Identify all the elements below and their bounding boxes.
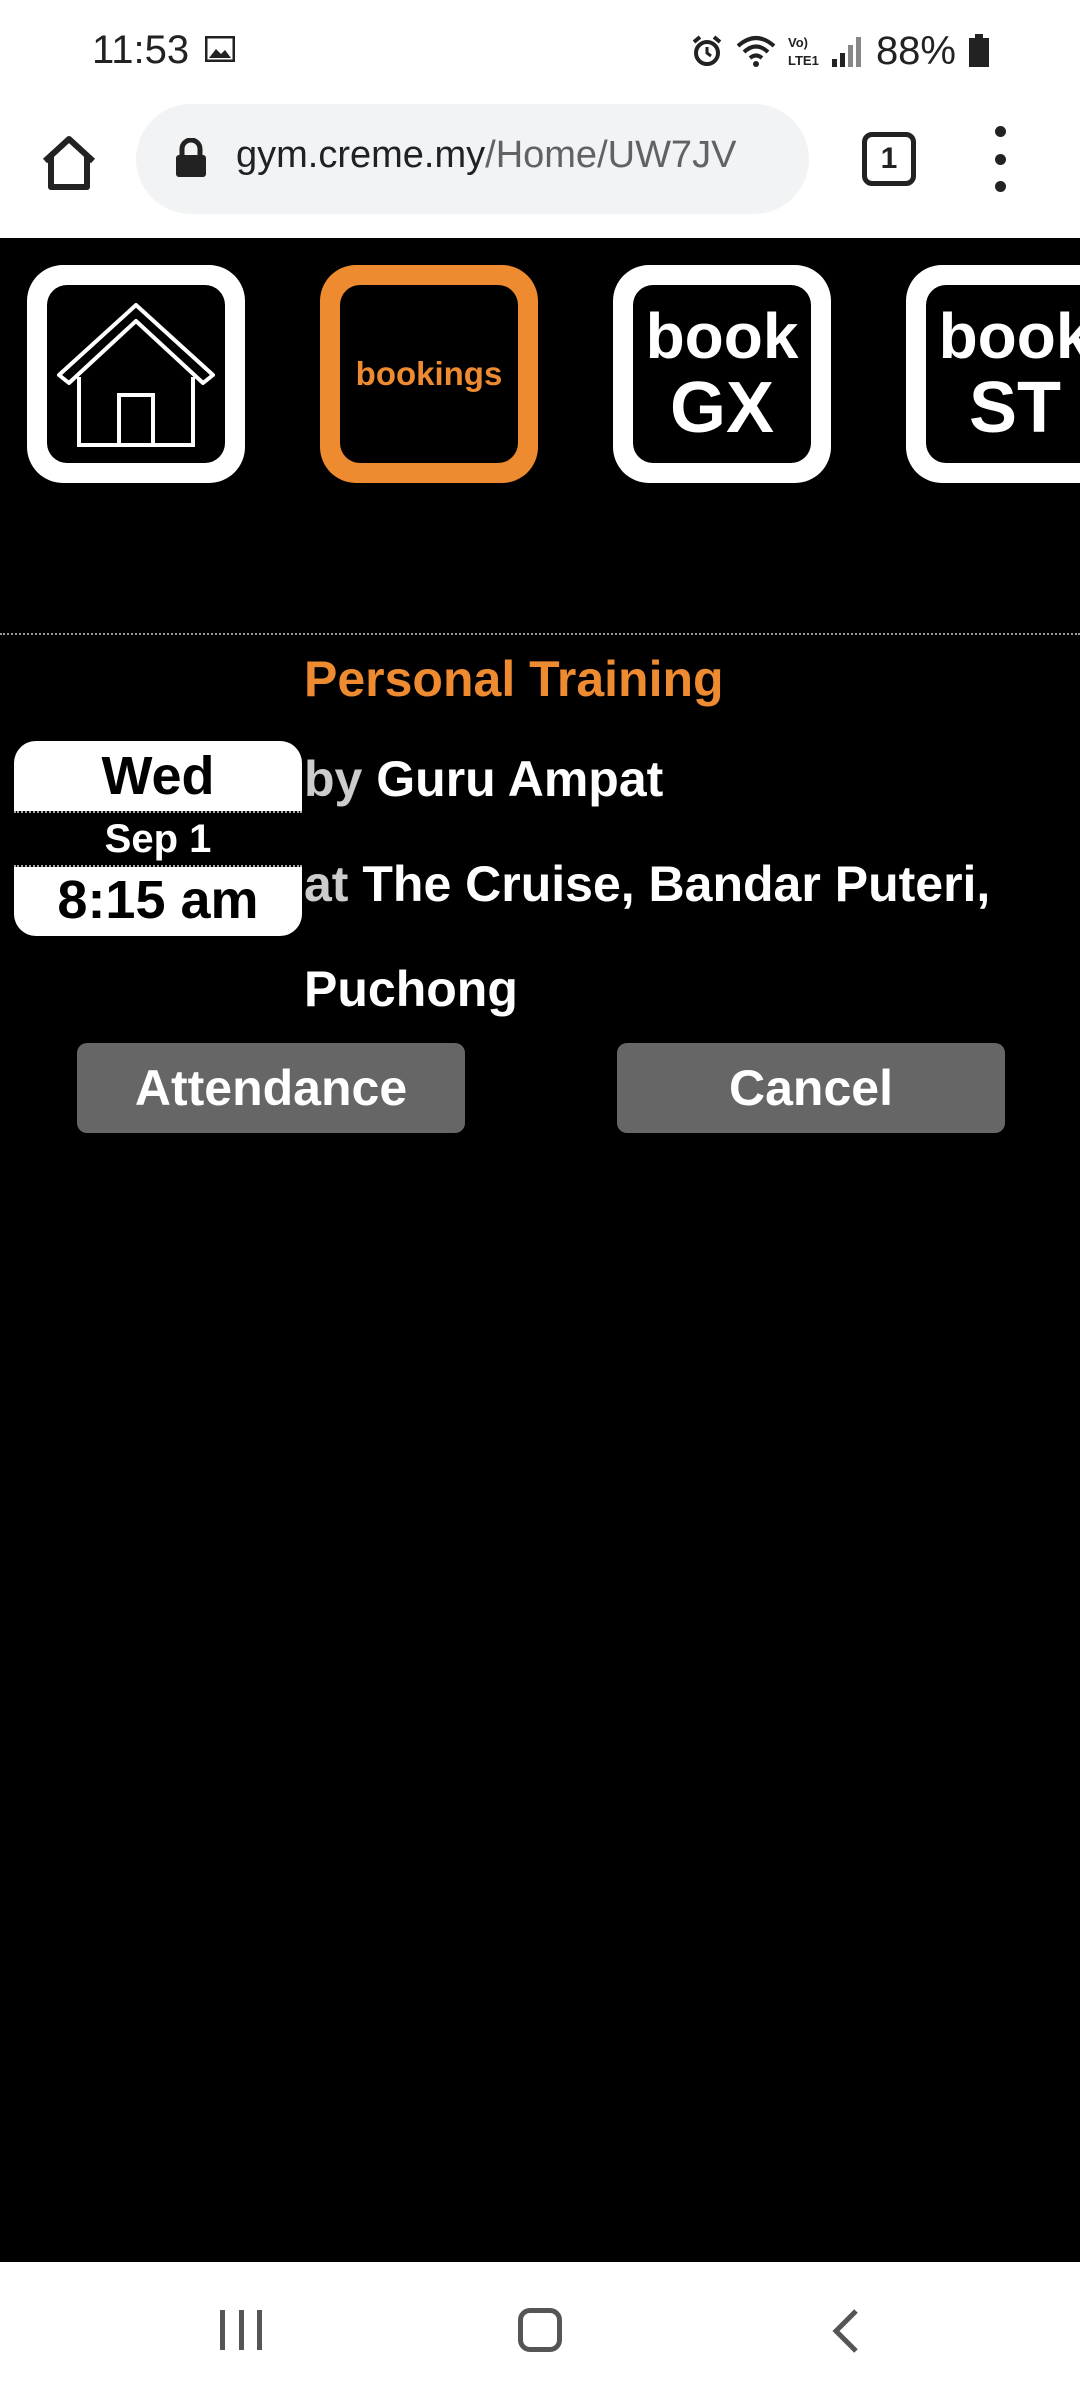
nav-book-gx-label: book GX: [646, 304, 799, 444]
home-icon: [42, 136, 96, 190]
booking-date: Sep 1: [14, 811, 302, 867]
nav-book-st-tile[interactable]: book ST: [906, 265, 1080, 483]
status-bar: 11:53 Vo) LTE1 88%: [0, 0, 1080, 100]
trainer-name: Guru Ampat: [376, 751, 664, 807]
nav-bookings-inner: bookings: [340, 285, 518, 463]
url-domain: gym.creme.my: [236, 134, 486, 176]
wifi-icon: [736, 36, 776, 67]
menu-dot: [994, 126, 1006, 137]
nav-book-st-label: book ST: [939, 304, 1080, 444]
attendance-button[interactable]: Attendance: [77, 1043, 465, 1133]
alarm-icon: [692, 35, 722, 66]
nav-bookings-tile[interactable]: bookings: [320, 265, 538, 483]
back-icon[interactable]: [830, 2308, 860, 2354]
svg-text:Vo): Vo): [788, 35, 808, 50]
nav-home-tile[interactable]: [27, 265, 245, 483]
nav-bookings-label: bookings: [355, 355, 503, 392]
nav-book-gx-tile[interactable]: book GX: [613, 265, 831, 483]
lock-icon: [176, 138, 206, 177]
booking-trainer: by Guru Ampat: [304, 750, 663, 808]
address-bar[interactable]: gym.creme.my/Home/UW7JV: [136, 104, 809, 214]
booking-day: Wed: [101, 746, 215, 806]
nav-book-st-line2: ST: [968, 368, 1061, 448]
menu-dot: [994, 153, 1006, 165]
recent-bar: [238, 2310, 244, 2350]
nav-book-gx-line2: GX: [669, 368, 775, 448]
trainer-prefix: by: [304, 751, 363, 807]
status-icons: Vo) LTE1 88%: [690, 28, 990, 74]
booking-time: 8:15 am: [57, 870, 259, 930]
recent-apps-button[interactable]: [220, 2310, 262, 2350]
nav-book-st-inner: book ST: [926, 285, 1080, 463]
location-prefix: at: [304, 856, 349, 912]
system-nav-bar: [0, 2262, 1080, 2400]
booking-location-line2: Puchong: [304, 961, 518, 1017]
system-home-button[interactable]: [518, 2308, 562, 2352]
status-time: 11:53: [92, 28, 190, 72]
menu-dot: [994, 181, 1006, 192]
lte-signal-icon: Vo) LTE1: [788, 35, 861, 68]
nav-book-gx-inner: book GX: [633, 285, 811, 463]
nav-book-st-line1: book: [938, 300, 1080, 372]
house-icon: [57, 303, 215, 447]
url-path: /Home/UW7JV: [485, 134, 737, 176]
browser-menu-button[interactable]: [980, 126, 1020, 192]
url-text[interactable]: gym.creme.my/Home/UW7JV: [236, 134, 796, 177]
browser-home-button[interactable]: [34, 128, 104, 198]
nav-home-inner: [47, 285, 225, 463]
recent-bar: [220, 2310, 225, 2350]
nav-book-gx-line1: book: [645, 300, 799, 372]
booking-title: Personal Training: [304, 651, 724, 707]
recent-bar: [257, 2310, 262, 2350]
battery-icon: [969, 34, 989, 67]
cancel-button[interactable]: Cancel: [617, 1043, 1005, 1133]
gallery-notification-icon: [205, 36, 235, 62]
section-divider: [0, 633, 1080, 635]
browser-toolbar: gym.creme.my/Home/UW7JV 1: [0, 100, 1080, 238]
booking-location: at The Cruise, Bandar Puteri,: [304, 855, 990, 913]
battery-percentage: 88%: [875, 28, 956, 73]
tab-switcher-button[interactable]: 1: [862, 132, 916, 186]
booking-date-card: Wed Sep 1 8:15 am: [14, 741, 302, 936]
svg-text:LTE1: LTE1: [788, 53, 819, 68]
location-line1: The Cruise, Bandar Puteri,: [362, 856, 991, 912]
